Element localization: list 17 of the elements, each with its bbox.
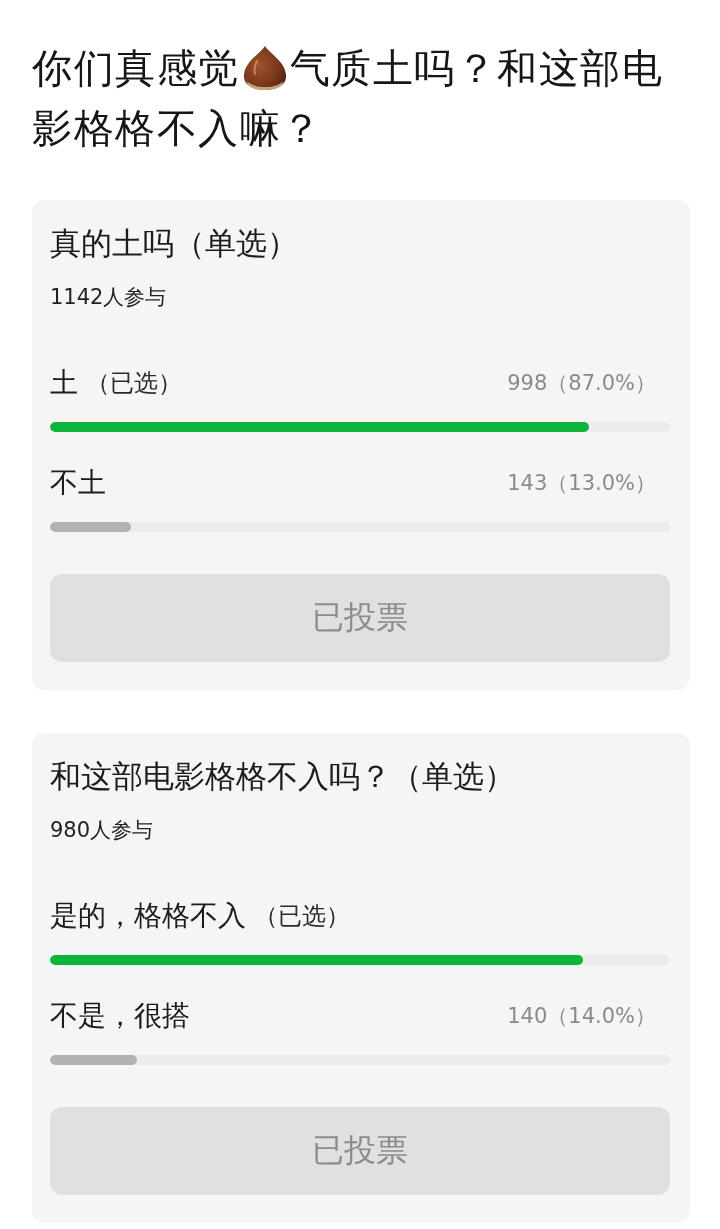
option-label: 不是，很搭 [50,1000,190,1032]
vote-count: 140（14.0%） [507,1003,656,1030]
poll-title: 和这部电影格格不入吗？（单选） [50,757,515,796]
selected-note: （已选） [86,368,182,399]
participant-count: 1142人参与 [50,284,167,311]
vote-count: 143（13.0%） [507,470,656,497]
option-label: 土 [50,367,78,399]
selected-note: （已选） [254,901,350,932]
poll-title: 真的土吗（单选） [50,224,298,263]
participant-count: 980人参与 [50,817,154,844]
vote-count: 998（87.0%） [507,370,656,397]
question-title: 你们真感觉 [32,44,240,93]
chestnut-icon [242,45,287,91]
option-label: 是的，格格不入 [50,900,246,932]
question-title: 气质土吗？和这部电 [289,44,663,93]
option-label: 不土 [50,467,106,499]
question-title: 影格格不入嘛？ [32,104,323,153]
